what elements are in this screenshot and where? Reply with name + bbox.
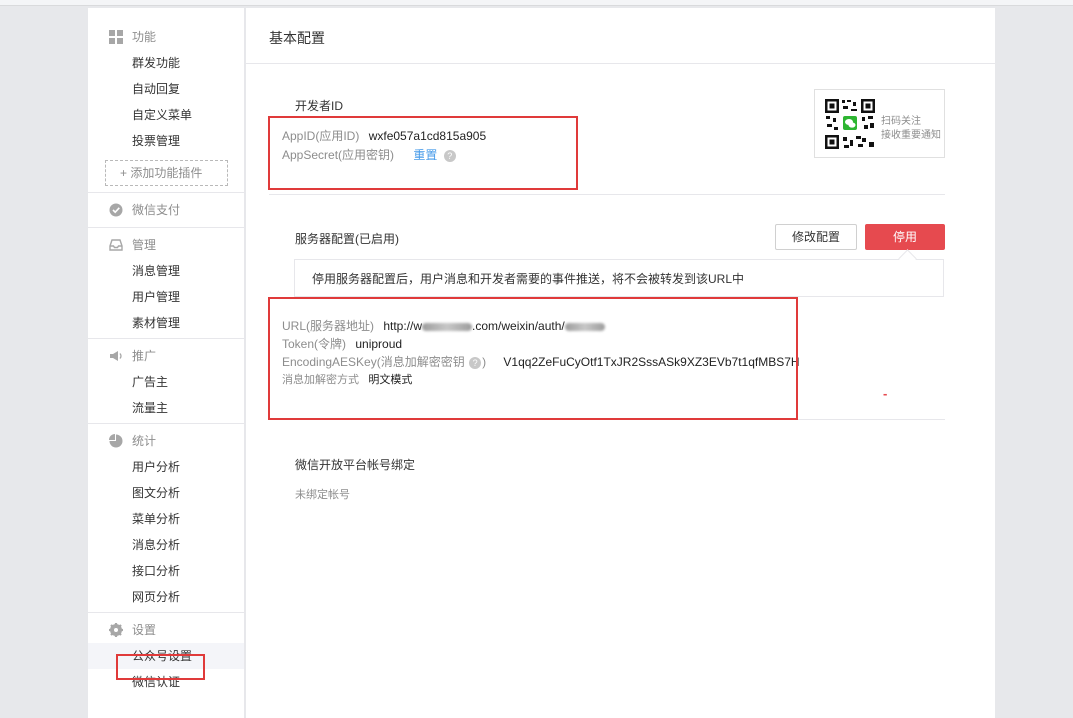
- reset-secret-link[interactable]: 重置: [413, 148, 437, 162]
- developer-id-title: 开发者ID: [295, 99, 344, 113]
- token-value: uniproud: [355, 337, 403, 351]
- encrypt-mode-label: 消息加解密方式: [282, 374, 359, 386]
- sidebar-item-advertiser[interactable]: 广告主: [88, 369, 244, 395]
- appsecret-label: AppSecret(应用密钥): [282, 148, 395, 162]
- sidebar-item-web-analysis[interactable]: 网页分析: [88, 584, 244, 610]
- sidebar-section-title: 管理: [88, 232, 244, 258]
- red-dash-mark: -: [883, 386, 888, 401]
- redacted-blur: [564, 322, 605, 331]
- qr-card: 扫码关注 接收重要通知: [814, 89, 945, 158]
- sidebar-item-menu-analysis[interactable]: 菜单分析: [88, 506, 244, 532]
- sidebar-item-users[interactable]: 用户管理: [88, 284, 244, 310]
- main-panel: 基本配置 开发者ID AppID(应用ID) wxfe057a1cd815a90…: [246, 8, 995, 718]
- token-row: Token(令牌) uniproud: [282, 335, 402, 352]
- sidebar-item-article-analysis[interactable]: 图文分析: [88, 480, 244, 506]
- sidebar-section-label: 推广: [132, 349, 157, 363]
- sidebar-item-auto-reply[interactable]: 自动回复: [88, 76, 244, 102]
- sidebar-item-wechat-verify[interactable]: 微信认证: [88, 669, 244, 695]
- encrypt-mode-value: 明文模式: [368, 374, 413, 386]
- token-label: Token(令牌): [282, 337, 347, 351]
- sidebar-section-label: 管理: [132, 238, 157, 252]
- grid-icon: [109, 30, 123, 44]
- gear-icon: [109, 623, 123, 637]
- sidebar-item-account-settings[interactable]: 公众号设置: [88, 643, 244, 669]
- sidebar-section-manage: 管理 消息管理 用户管理 素材管理: [88, 227, 244, 338]
- url-label: URL(服务器地址): [282, 319, 374, 333]
- url-value-suffix: .com/weixin/auth/: [472, 319, 565, 333]
- encrypt-mode-row: 消息加解密方式 明文模式: [282, 371, 412, 387]
- sidebar-section-title: 功能: [88, 24, 244, 50]
- pay-check-icon: [109, 203, 123, 217]
- open-platform-status: 未绑定帐号: [295, 489, 350, 501]
- aes-key-row: EncodingAESKey(消息加解密密钥 ?) V1qq2ZeFuCyOtf…: [282, 353, 800, 370]
- pie-chart-icon: [109, 434, 123, 448]
- aes-key-value: V1qq2ZeFuCyOtf1TxJR2SssASk9XZ3EVb7t1qfMB…: [503, 355, 800, 369]
- sidebar-item-materials[interactable]: 素材管理: [88, 310, 244, 336]
- inbox-icon: [109, 239, 123, 251]
- disable-button[interactable]: 停用: [865, 224, 945, 250]
- sidebar-section-label: 设置: [132, 623, 157, 637]
- modify-config-button[interactable]: 修改配置: [775, 224, 857, 250]
- aes-key-label: EncodingAESKey(消息加解密密钥: [282, 355, 465, 369]
- sidebar-section-promo: 推广 广告主 流量主: [88, 338, 244, 423]
- sidebar-item-publisher[interactable]: 流量主: [88, 395, 244, 421]
- server-config-title: 服务器配置(已启用): [295, 232, 399, 246]
- qr-code-icon: [824, 98, 876, 150]
- divider: [269, 194, 945, 195]
- sidebar-section-pay: 微信支付: [88, 192, 244, 227]
- sidebar-section-label: 功能: [132, 30, 157, 44]
- sidebar-section-stats: 统计 用户分析 图文分析 菜单分析 消息分析 接口分析 网页分析: [88, 423, 244, 612]
- sidebar-item-message-analysis[interactable]: 消息分析: [88, 532, 244, 558]
- sidebar-item-vote[interactable]: 投票管理: [88, 128, 244, 154]
- sidebar-section-title: 统计: [88, 428, 244, 454]
- url-value-prefix: http://w: [383, 319, 423, 333]
- add-plugin-button[interactable]: + 添加功能插件: [105, 160, 228, 186]
- appid-value: wxfe057a1cd815a905: [368, 129, 487, 143]
- qr-text-line2: 接收重要通知: [881, 130, 941, 141]
- sidebar-section-label: 统计: [132, 434, 157, 448]
- sidebar-section-settings: 设置 公众号设置 微信认证: [88, 612, 244, 695]
- sidebar-item-user-analysis[interactable]: 用户分析: [88, 454, 244, 480]
- divider: [269, 419, 945, 420]
- redacted-blur: [422, 322, 473, 331]
- appid-row: AppID(应用ID) wxfe057a1cd815a905: [282, 127, 486, 144]
- help-icon[interactable]: ?: [469, 356, 482, 369]
- qr-text-line1: 扫码关注: [881, 116, 921, 127]
- page-title: 基本配置: [269, 30, 325, 46]
- help-icon[interactable]: ?: [443, 149, 456, 162]
- sidebar-section-label: 微信支付: [132, 203, 181, 217]
- sidebar: 功能 群发功能 自动回复 自定义菜单 投票管理 + 添加功能插件 微信支付 管理…: [88, 8, 245, 718]
- url-row: URL(服务器地址) http://w .com/weixin/auth/: [282, 317, 605, 334]
- disable-notice: 停用服务器配置后，用户消息和开发者需要的事件推送，将不会被转发到该URL中: [294, 259, 944, 297]
- sidebar-item-mass-send[interactable]: 群发功能: [88, 50, 244, 76]
- sidebar-section-title: 设置: [88, 617, 244, 643]
- aes-key-label-end: ): [482, 355, 487, 369]
- sidebar-section-function: 功能 群发功能 自动回复 自定义菜单 投票管理 + 添加功能插件: [88, 8, 244, 186]
- divider: [246, 63, 995, 64]
- sidebar-item-messages[interactable]: 消息管理: [88, 258, 244, 284]
- appid-label: AppID(应用ID): [282, 129, 360, 143]
- megaphone-icon: [110, 351, 122, 361]
- sidebar-item-api-analysis[interactable]: 接口分析: [88, 558, 244, 584]
- sidebar-section-title: 推广: [88, 343, 244, 369]
- top-bar: [0, 0, 1073, 6]
- appsecret-row: AppSecret(应用密钥) 重置 ?: [282, 146, 456, 163]
- open-platform-title: 微信开放平台帐号绑定: [295, 458, 416, 472]
- sidebar-item-custom-menu[interactable]: 自定义菜单: [88, 102, 244, 128]
- sidebar-item-wechat-pay[interactable]: 微信支付: [88, 197, 244, 223]
